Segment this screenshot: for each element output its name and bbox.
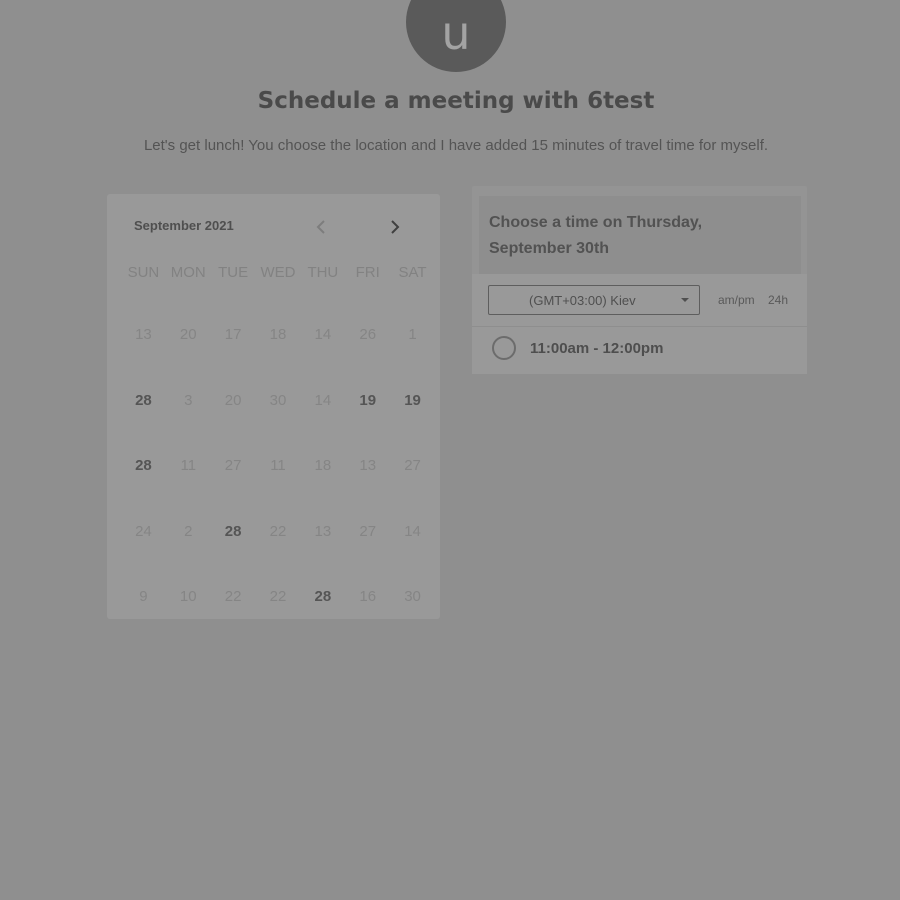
time-panel-header: Choose a time on Thursday, September 30t… <box>479 196 801 274</box>
chevron-left-icon[interactable] <box>312 218 330 236</box>
calendar-day: 26 <box>359 326 377 344</box>
format-ampm-toggle[interactable]: am/pm <box>718 293 755 307</box>
divider <box>472 326 807 327</box>
calendar-day: 3 <box>184 391 193 409</box>
calendar-day-available[interactable]: 28 <box>121 433 166 499</box>
calendar: September 2021 SUN MON TUE WED THU FRI SAT 13 2… <box>107 194 440 619</box>
calendar-day-available[interactable]: 28 <box>121 368 166 434</box>
calendar-day-available[interactable]: 19 <box>345 368 390 434</box>
time-panel: Choose a time on Thursday, September 30t… <box>472 186 807 374</box>
calendar-day: 24 <box>135 522 152 540</box>
calendar-day: 27 <box>404 457 421 475</box>
format-24h-toggle[interactable]: 24h <box>768 293 788 307</box>
avatar: u <box>406 0 506 72</box>
weekday-label: TUE <box>218 264 249 281</box>
calendar-day: 14 <box>314 326 332 344</box>
calendar-day: 20 <box>224 391 242 409</box>
calendar-day: 30 <box>404 588 421 606</box>
calendar-day: 10 <box>179 588 197 606</box>
chevron-right-icon[interactable] <box>386 218 404 236</box>
time-panel-title: Choose a time on Thursday, September 30t… <box>489 214 703 257</box>
calendar-day: 16 <box>359 588 377 606</box>
calendar-day: 27 <box>359 522 377 540</box>
calendar-day: 11 <box>270 457 286 475</box>
calendar-day: 11 <box>180 457 197 475</box>
calendar-day: 22 <box>269 522 287 540</box>
calendar-day-available[interactable]: 19 <box>390 368 435 434</box>
calendar-day: 13 <box>359 457 377 475</box>
calendar-day: 2 <box>184 522 193 540</box>
calendar-day: 22 <box>269 588 287 606</box>
calendar-day: 22 <box>224 588 242 606</box>
calendar-day: 14 <box>314 391 332 409</box>
time-slot-radio[interactable] <box>492 336 516 360</box>
weekday-label: SUN <box>127 264 160 281</box>
timezone-select[interactable]: (GMT+03:00) Kiev <box>488 285 700 315</box>
page-title: Schedule a meeting with 6test <box>257 88 655 114</box>
timezone-value: (GMT+03:00) Kiev <box>529 292 636 308</box>
calendar-day: 14 <box>404 522 421 540</box>
weekday-label: FRI <box>355 264 380 281</box>
weekday-label: THU <box>307 264 339 281</box>
weekday-label: SAT <box>398 264 427 281</box>
calendar-day-available[interactable]: 28 <box>211 499 256 565</box>
page-subtitle: Let's get lunch! You choose the location… <box>143 137 769 154</box>
caret-down-icon <box>681 298 689 302</box>
weekday-label: WED <box>260 264 296 281</box>
calendar-month-label: September 2021 <box>134 218 234 233</box>
calendar-day: 17 <box>224 326 242 344</box>
avatar-letter: u <box>441 6 471 60</box>
calendar-day: 1 <box>408 326 417 344</box>
calendar-day: 30 <box>269 391 287 409</box>
calendar-day: 13 <box>135 326 152 344</box>
calendar-day: 18 <box>269 326 287 344</box>
calendar-day-available[interactable]: 28 <box>300 564 345 630</box>
calendar-days-grid: 13 20 17 18 14 26 1 28 3 20 30 14 19 19 28 11 27 11 18 13 27… <box>121 302 435 630</box>
calendar-day: 9 <box>139 588 148 606</box>
calendar-day: 18 <box>314 457 332 475</box>
time-panel-body: (GMT+03:00) Kiev am/pm 24h 11:00am - 12:… <box>472 274 807 374</box>
time-slot-label[interactable]: 11:00am - 12:00pm <box>530 340 663 357</box>
weekday-label: MON <box>170 264 206 281</box>
calendar-day: 27 <box>224 457 242 475</box>
calendar-day: 13 <box>314 522 332 540</box>
calendar-day: 20 <box>179 326 197 344</box>
calendar-weekdays: SUN MON TUE WED THU FRI SAT <box>121 264 435 281</box>
